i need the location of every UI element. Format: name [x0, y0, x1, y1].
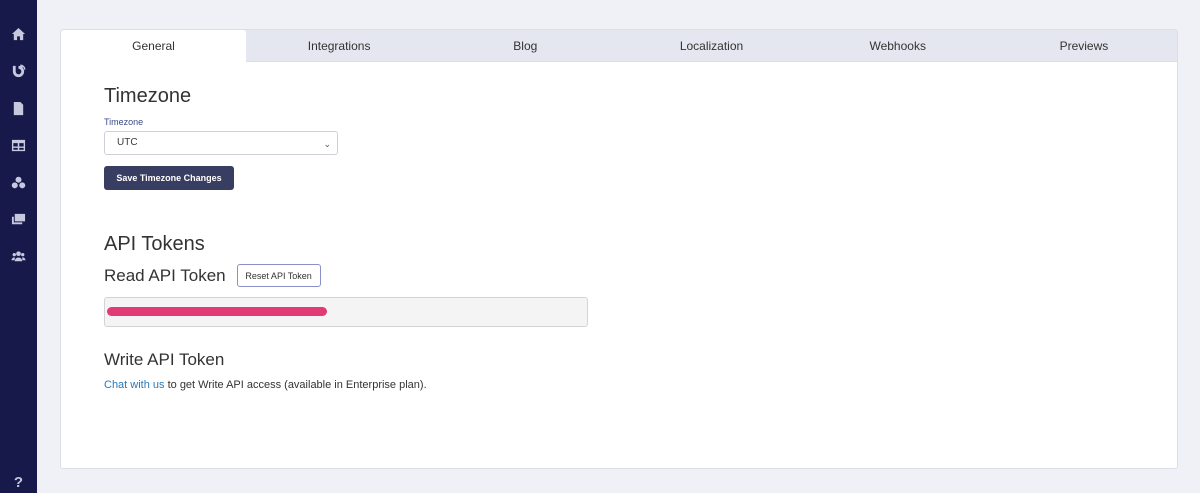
- read-token-heading: Read API Token: [104, 265, 226, 285]
- reset-api-token-button[interactable]: Reset API Token: [236, 264, 321, 287]
- chevron-down-icon: ⌄: [323, 139, 331, 149]
- tab-blog[interactable]: Blog: [432, 30, 618, 61]
- write-token-description: to get Write API access (available in En…: [164, 379, 427, 391]
- read-token-row: Read API Token Reset API Token: [104, 264, 1177, 287]
- settings-card: General Integrations Blog Localization W…: [60, 29, 1178, 469]
- token-redaction: [107, 307, 327, 316]
- blog-icon[interactable]: [0, 60, 37, 82]
- document-icon[interactable]: [0, 97, 37, 119]
- tab-localization[interactable]: Localization: [618, 30, 804, 61]
- chat-with-us-link[interactable]: Chat with us: [104, 379, 165, 391]
- home-icon[interactable]: [0, 23, 37, 45]
- save-timezone-button[interactable]: Save Timezone Changes: [104, 166, 234, 190]
- timezone-selected-value: UTC: [117, 137, 138, 148]
- users-icon[interactable]: [0, 245, 37, 267]
- settings-tabs: General Integrations Blog Localization W…: [61, 30, 1177, 63]
- timezone-heading: Timezone: [104, 85, 192, 107]
- layout-icon[interactable]: [0, 134, 37, 156]
- tab-webhooks[interactable]: Webhooks: [805, 30, 991, 61]
- components-icon[interactable]: [0, 171, 37, 193]
- tab-previews[interactable]: Previews: [991, 30, 1177, 61]
- read-token-field[interactable]: [104, 297, 588, 327]
- tab-general[interactable]: General: [61, 30, 246, 63]
- help-icon[interactable]: ?: [0, 474, 37, 491]
- media-icon[interactable]: [0, 208, 37, 230]
- write-token-heading: Write API Token: [104, 350, 225, 369]
- sidebar: ?: [0, 0, 37, 493]
- timezone-select[interactable]: UTC ⌄: [104, 131, 338, 155]
- general-settings: Timezone Timezone UTC ⌄ Save Timezone Ch…: [104, 85, 1177, 391]
- tab-integrations[interactable]: Integrations: [246, 30, 432, 61]
- api-tokens-heading: API Tokens: [104, 233, 205, 255]
- timezone-field-label: Timezone: [104, 117, 144, 127]
- write-token-text: Chat with us to get Write API access (av…: [104, 379, 1177, 391]
